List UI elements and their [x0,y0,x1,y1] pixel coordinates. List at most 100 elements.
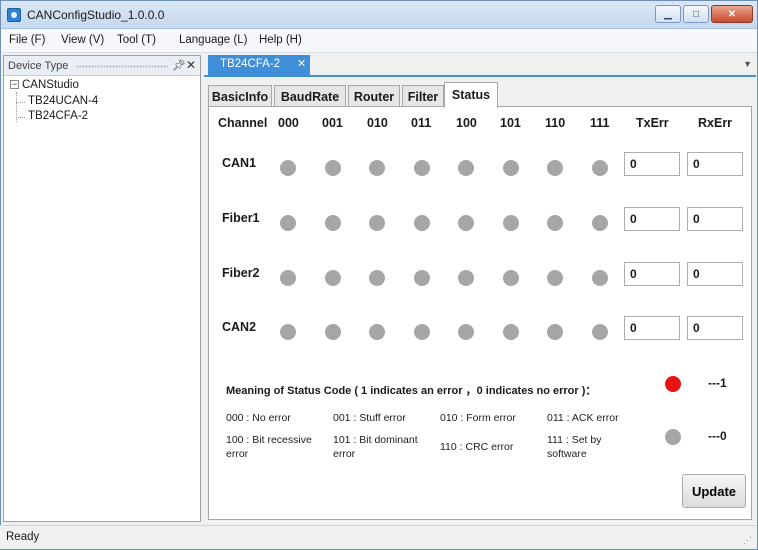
status-led [503,270,519,286]
status-led [325,324,341,340]
status-led [503,160,519,176]
pane-header: Device Type 📌︎ ✕ [4,56,200,76]
rxerr-field[interactable]: 0 [687,316,743,340]
status-led [414,324,430,340]
tree-item-tb24cfa-2[interactable]: TB24CFA-2 [16,110,88,122]
status-led [280,270,296,286]
window-title: CANConfigStudio_1.0.0.0 [27,8,165,22]
status-led [592,215,608,231]
document-tab-strip: TB24CFA-2 ✕ ▼ [204,55,756,75]
channel-label: Fiber2 [222,266,260,280]
status-code-meaning-title: Meaning of Status Code ( 1 indicates an … [226,385,597,397]
column-header-code: 000 [278,116,299,130]
menu-file[interactable]: File (F) [9,34,45,46]
status-led [369,160,385,176]
status-text: Ready [6,531,40,543]
status-led [325,270,341,286]
status-led [280,324,296,340]
menu-view[interactable]: View (V) [61,34,104,46]
code-meaning: 110 : CRC error [440,441,514,453]
maximize-icon[interactable]: □ [683,5,709,23]
legend-led-error [665,376,681,392]
status-led [325,160,341,176]
status-led [503,324,519,340]
status-led [414,215,430,231]
document-tab-label: TB24CFA-2 [220,58,281,70]
status-led [547,324,563,340]
status-led [325,215,341,231]
tab-router[interactable]: Router [348,85,400,107]
status-led [458,160,474,176]
status-led [280,160,296,176]
legend-value-error: ---1 [708,376,727,390]
menu-language[interactable]: Language (L) [179,34,247,46]
code-meaning: 100 : Bit recessive error [226,434,312,460]
document-tab[interactable]: TB24CFA-2 ✕ [208,55,310,75]
rxerr-field[interactable]: 0 [687,207,743,231]
menu-tool[interactable]: Tool (T) [117,34,156,46]
tab-filter[interactable]: Filter [402,85,444,107]
status-led [414,270,430,286]
column-header-code: 111 [590,116,610,130]
document-tab-close-icon[interactable]: ✕ [297,57,306,70]
status-led [369,270,385,286]
status-bar: Ready ⋰ [0,525,756,549]
column-header-rxerr: RxErr [698,116,733,130]
code-meaning: 111 : Set by software [547,434,602,460]
status-led [414,160,430,176]
status-led [592,270,608,286]
rxerr-field[interactable]: 0 [687,262,743,286]
pane-grip[interactable] [76,65,168,68]
pin-icon[interactable]: 📌︎ [172,59,186,72]
tree-root-label: CANStudio [22,79,79,91]
status-led [592,160,608,176]
legend-value-ok: ---0 [708,429,727,443]
txerr-field[interactable]: 0 [624,316,680,340]
code-meaning: 010 : Form error [440,412,516,424]
rxerr-field[interactable]: 0 [687,152,743,176]
txerr-field[interactable]: 0 [624,262,680,286]
status-led [458,215,474,231]
collapse-icon[interactable]: − [10,80,19,89]
status-led [280,215,296,231]
resize-grip-icon[interactable]: ⋰ [743,535,752,546]
status-led [369,324,385,340]
tab-baudrate[interactable]: BaudRate [274,85,346,107]
column-header-code: 110 [545,116,566,130]
menu-help[interactable]: Help (H) [259,34,302,46]
close-icon[interactable]: ✕ [711,5,753,23]
status-led [503,215,519,231]
code-meaning: 101 : Bit dominant error [333,434,418,460]
column-header-code: 001 [322,116,343,130]
code-meaning: 000 : No error [226,412,291,424]
status-led [369,215,385,231]
tree-root[interactable]: − CANStudio [10,79,79,91]
title-bar: CANConfigStudio_1.0.0.0 ▁ □ ✕ [1,1,757,29]
menu-bar: File (F) View (V) Tool (T) Language (L) … [1,29,757,53]
column-header-code: 011 [411,116,432,130]
status-led [592,324,608,340]
txerr-field[interactable]: 0 [624,152,680,176]
status-led [458,270,474,286]
tab-status[interactable]: Status [444,82,498,108]
status-led [458,324,474,340]
column-header-code: 010 [367,116,388,130]
tab-basicinfo[interactable]: BasicInfo [208,85,272,107]
channel-label: CAN1 [222,156,257,170]
pane-title: Device Type [8,60,69,72]
txerr-field[interactable]: 0 [624,207,680,231]
code-meaning: 001 : Stuff error [333,412,406,424]
column-header-code: 100 [456,116,477,130]
column-header-code: 101 [500,116,521,130]
channel-label: Fiber1 [222,211,260,225]
tree-item-tb24ucan-4[interactable]: TB24UCAN-4 [16,95,98,107]
chevron-down-icon[interactable]: ▼ [743,59,752,69]
pane-close-icon[interactable]: ✕ [186,58,196,72]
window-controls: ▁ □ ✕ [655,5,753,23]
minimize-icon[interactable]: ▁ [655,5,681,23]
update-button[interactable]: Update [682,474,746,508]
app-icon [7,8,21,22]
legend-led-ok [665,429,681,445]
status-led [547,160,563,176]
device-type-pane: Device Type 📌︎ ✕ − CANStudio TB24UCAN-4 T… [3,55,201,522]
